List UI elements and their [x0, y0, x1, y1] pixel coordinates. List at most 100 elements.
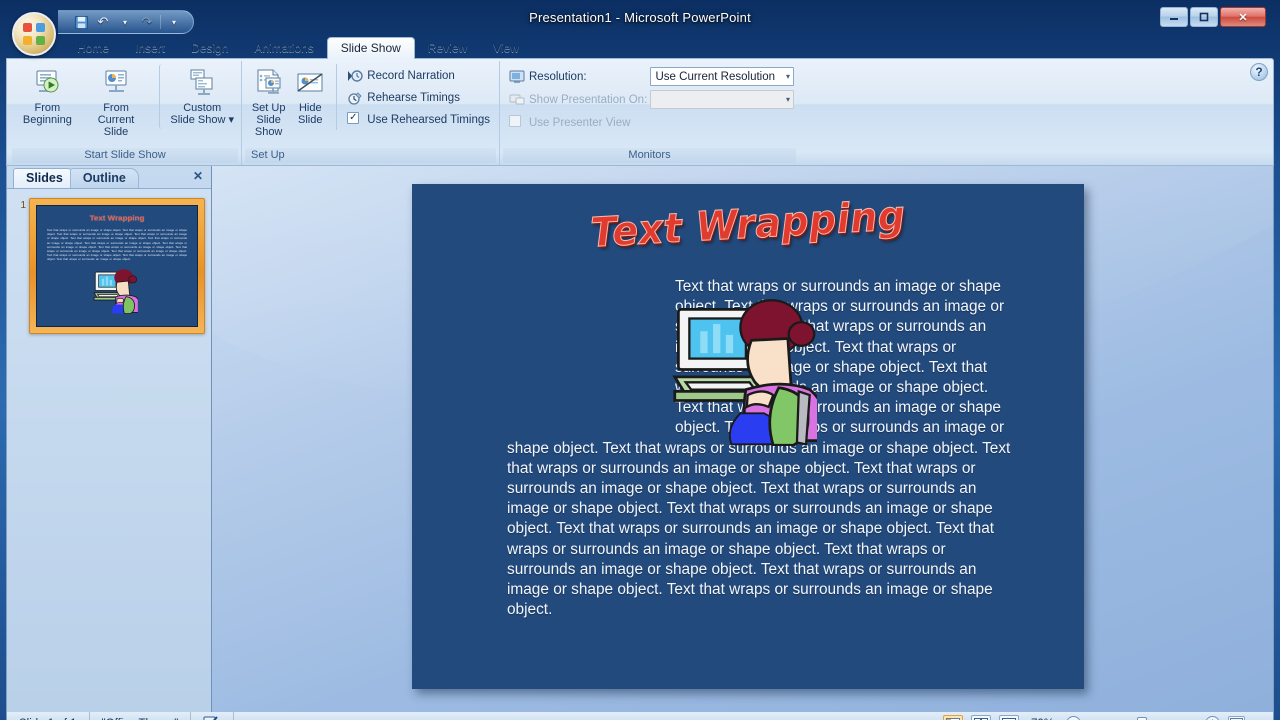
chevron-down-icon-2: ▾ — [785, 95, 790, 104]
clipart-wrap-spacer — [507, 277, 659, 427]
close-button[interactable]: ✕ — [1220, 7, 1266, 27]
undo-icon[interactable]: ↶ — [94, 13, 112, 31]
slide-clipart-image[interactable] — [662, 294, 829, 447]
slide-sorter-view-button[interactable] — [970, 715, 991, 720]
tab-home[interactable]: Home — [64, 38, 122, 59]
quick-access-toolbar: ↶ ▾ ↷ ▾ — [58, 10, 194, 34]
use-presenter-view-icon — [509, 114, 525, 131]
slide-title-wordart[interactable]: Text Wrapping — [412, 184, 1084, 266]
thumbnail-clipart — [90, 268, 141, 316]
hide-slide-icon — [294, 67, 326, 99]
record-narration-button[interactable]: Record Narration — [343, 65, 494, 86]
use-presenter-view-checkbox[interactable]: Use Presenter View — [505, 112, 634, 133]
custom-slide-show-icon — [186, 67, 218, 99]
from-current-slide-label-line2: Current Slide — [97, 114, 135, 138]
normal-view-button[interactable] — [942, 715, 963, 720]
slide-thumbnail-list: 1 Text Wrapping Text that wraps or surro… — [13, 198, 205, 334]
ribbon-group-monitors: Resolution: Use Current Resolution ▾ Sho… — [499, 61, 799, 165]
slide-editing-surface[interactable]: Text Wrapping Text that wraps or surroun… — [412, 184, 1084, 689]
save-icon[interactable] — [72, 13, 90, 31]
qat-separator — [160, 15, 161, 29]
ribbon: ? From Beginning From Current Slide Cust… — [6, 58, 1274, 166]
group-label-start-slide-show: Start Slide Show — [12, 148, 238, 163]
tab-slides[interactable]: Slides — [13, 168, 76, 188]
redo-icon[interactable]: ↷ — [138, 13, 156, 31]
slide-show-view-button[interactable] — [998, 715, 1019, 720]
set-up-slide-show-icon — [253, 67, 285, 99]
show-presentation-on-select[interactable]: ▾ — [650, 90, 794, 109]
slide-canvas[interactable]: Text Wrapping Text that wraps or surroun… — [212, 166, 1273, 712]
slide-count-cell: Slide 1 of 1 — [7, 712, 90, 720]
hide-slide-label-line1: Hide — [298, 102, 322, 114]
ribbon-group-start-slide-show: From Beginning From Current Slide Custom… — [9, 61, 241, 165]
theme-cell[interactable]: "Office Theme" — [90, 712, 192, 720]
zoom-in-button[interactable]: + — [1205, 716, 1220, 720]
tab-view[interactable]: View — [480, 38, 532, 59]
minimize-button[interactable] — [1160, 7, 1188, 27]
customize-qat-icon[interactable]: ▾ — [165, 13, 183, 31]
set-up-slide-show-label-line1: Set Up — [251, 102, 286, 114]
tab-insert[interactable]: Insert — [122, 38, 178, 59]
rehearse-timings-button[interactable]: Rehearse Timings — [343, 87, 494, 108]
use-rehearsed-timings-checkbox[interactable]: ✓ Use Rehearsed Timings — [343, 109, 494, 130]
spell-check-cell[interactable] — [191, 712, 235, 720]
group-label-set-up: Set Up — [245, 148, 496, 163]
custom-slide-show-button[interactable]: Custom Slide Show ▾ — [159, 64, 236, 129]
work-area: Slides Outline ✕ 1 Text Wrapping Text th… — [6, 166, 1274, 712]
window-title: Presentation1 - Microsoft PowerPoint — [529, 10, 751, 25]
slide-thumbnail-1[interactable]: Text Wrapping Text that wraps or surroun… — [29, 198, 205, 334]
slide-thumbnail-number: 1 — [20, 200, 26, 211]
from-beginning-label-line2: Beginning — [22, 114, 72, 126]
slides-pane: Slides Outline ✕ 1 Text Wrapping Text th… — [7, 166, 212, 712]
use-rehearsed-timings-icon: ✓ — [347, 111, 363, 128]
show-presentation-on-icon — [509, 92, 525, 108]
show-presentation-on-row: Show Presentation On: — [505, 89, 650, 110]
spell-check-icon — [203, 715, 221, 720]
powerpoint-window: Presentation1 - Microsoft PowerPoint ✕ ↶… — [0, 0, 1280, 720]
record-narration-icon — [347, 68, 363, 84]
from-current-slide-label-line1: From — [103, 102, 129, 114]
zoom-slider[interactable] — [1089, 716, 1197, 720]
office-button[interactable] — [12, 12, 56, 56]
from-current-slide-button[interactable]: From Current Slide — [83, 64, 150, 141]
help-icon[interactable]: ? — [1250, 63, 1268, 81]
set-up-slide-show-label: Set Up Slide Show — [249, 102, 288, 138]
from-beginning-label-line1: From — [34, 102, 61, 114]
zoom-out-button[interactable]: − — [1066, 716, 1081, 720]
resolution-value: Use Current Resolution — [655, 70, 776, 83]
checkbox-unchecked-icon — [509, 114, 521, 127]
rehearse-timings-icon — [347, 90, 363, 106]
office-logo-icon — [23, 23, 45, 45]
hide-slide-button[interactable]: Hide Slide — [292, 64, 328, 129]
ribbon-tabs: Home Insert Design Animations Slide Show… — [64, 37, 1274, 59]
custom-slide-show-label-line1: Custom — [183, 102, 222, 114]
ribbon-group-set-up: Set Up Slide Show Hide Slide Record Narr… — [241, 61, 499, 165]
tab-review[interactable]: Review — [415, 38, 480, 59]
close-pane-icon[interactable]: ✕ — [193, 169, 203, 183]
slides-pane-tabs: Slides Outline ✕ — [7, 166, 211, 188]
title-bar: Presentation1 - Microsoft PowerPoint ✕ — [6, 6, 1274, 34]
show-presentation-on-label: Show Presentation On: — [529, 93, 648, 106]
chevron-down-icon: ▾ — [785, 72, 790, 81]
tab-animations[interactable]: Animations — [241, 38, 326, 59]
set-up-slide-show-label-line2: Slide Show — [254, 114, 283, 138]
from-current-slide-label: From Current Slide — [85, 102, 148, 138]
resolution-label: Resolution: — [529, 70, 587, 83]
window-controls: ✕ — [1160, 7, 1266, 27]
tab-slide-show[interactable]: Slide Show — [326, 37, 415, 59]
zoom-slider-handle[interactable] — [1136, 716, 1147, 720]
slide-thumbnail-preview: Text Wrapping Text that wraps or surroun… — [36, 205, 198, 327]
status-right-group: 70% − + — [942, 715, 1273, 720]
maximize-button[interactable] — [1190, 7, 1218, 27]
tab-outline[interactable]: Outline — [69, 168, 139, 188]
undo-dropdown-icon[interactable]: ▾ — [116, 13, 134, 31]
use-rehearsed-timings-label: Use Rehearsed Timings — [367, 113, 490, 126]
custom-slide-show-label: Custom Slide Show ▾ — [170, 102, 234, 126]
group-label-monitors: Monitors — [503, 148, 796, 163]
set-up-slide-show-button[interactable]: Set Up Slide Show — [247, 64, 290, 141]
tab-design[interactable]: Design — [178, 38, 241, 59]
resolution-select[interactable]: Use Current Resolution ▾ — [649, 67, 794, 86]
from-beginning-button[interactable]: From Beginning — [14, 64, 81, 129]
resolution-icon — [509, 69, 525, 85]
fit-slide-to-window-button[interactable] — [1228, 716, 1245, 720]
